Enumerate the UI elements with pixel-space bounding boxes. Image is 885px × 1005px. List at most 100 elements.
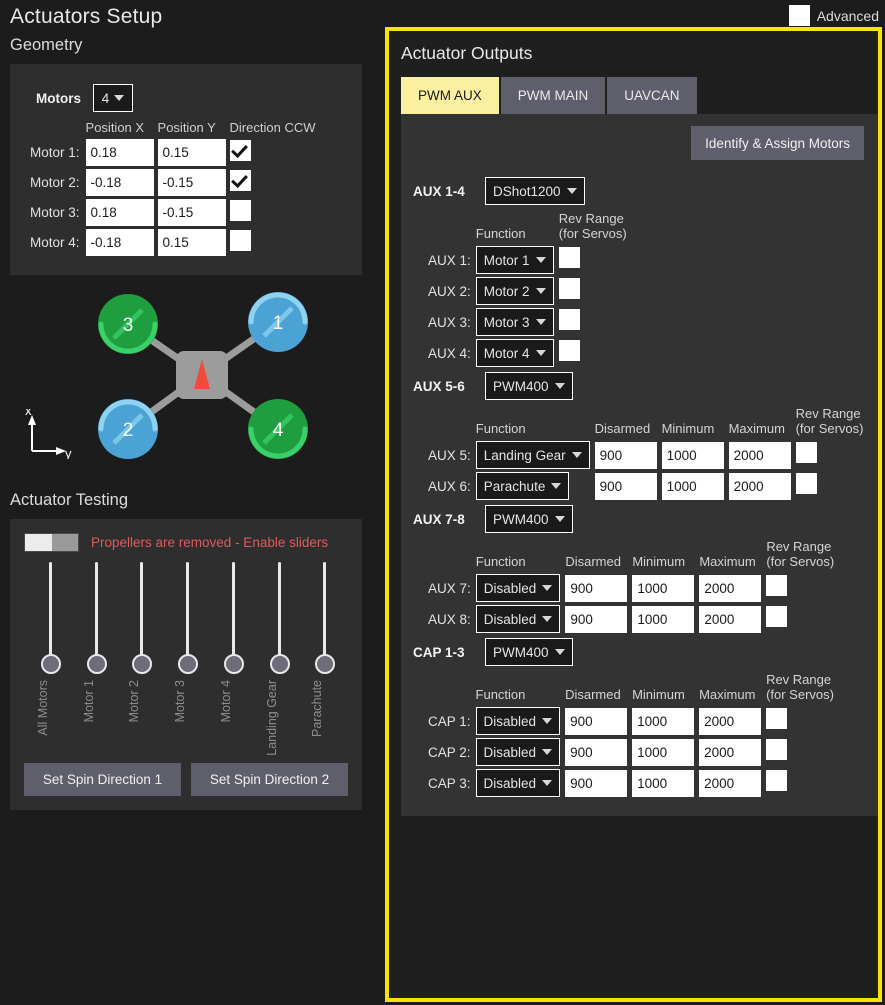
advanced-checkbox[interactable] [789, 5, 810, 26]
rev-range-checkbox[interactable] [796, 442, 817, 463]
disarmed-input[interactable] [565, 739, 627, 766]
rev-range-checkbox[interactable] [766, 770, 787, 791]
maximum-input[interactable] [699, 708, 761, 735]
protocol-dropdown[interactable]: PWM400 [485, 372, 573, 400]
motor-pos-x-input[interactable] [86, 169, 154, 196]
slider-motor-1[interactable]: Motor 1 [74, 562, 120, 757]
slider-track[interactable] [323, 562, 326, 662]
function-dropdown[interactable]: Disabled [476, 707, 561, 735]
identify-assign-motors-button[interactable]: Identify & Assign Motors [691, 126, 864, 160]
slider-handle[interactable] [270, 654, 290, 674]
slider-handle[interactable] [315, 654, 335, 674]
minimum-input[interactable] [632, 606, 694, 633]
rev-range-checkbox[interactable] [559, 247, 580, 268]
motor-ccw-checkbox[interactable] [230, 170, 251, 191]
group-header: AUX 5-6PWM400 [413, 372, 878, 400]
slider-track[interactable] [140, 562, 143, 662]
motor-ccw-checkbox[interactable] [230, 140, 251, 161]
function-dropdown[interactable]: Motor 1 [476, 246, 554, 274]
slider-motor-3[interactable]: Motor 3 [165, 562, 211, 757]
minimum-input[interactable] [662, 442, 724, 469]
slider-handle[interactable] [178, 654, 198, 674]
rev-range-checkbox[interactable] [559, 340, 580, 361]
group-label: AUX 7-8 [413, 512, 475, 527]
table-row: AUX 7:Disabled [428, 574, 834, 602]
protocol-dropdown[interactable]: PWM400 [485, 638, 573, 666]
slider-motor-2[interactable]: Motor 2 [119, 562, 165, 757]
slider-handle[interactable] [132, 654, 152, 674]
maximum-input[interactable] [729, 473, 791, 500]
maximum-input[interactable] [699, 770, 761, 797]
disarmed-input[interactable] [595, 473, 657, 500]
rev-range-checkbox[interactable] [766, 606, 787, 627]
motors-count-dropdown[interactable]: 4 [93, 84, 133, 112]
function-dropdown[interactable]: Motor 2 [476, 277, 554, 305]
maximum-input[interactable] [699, 739, 761, 766]
set-spin-direction-2-button[interactable]: Set Spin Direction 2 [191, 763, 348, 796]
minimum-input[interactable] [632, 575, 694, 602]
minimum-input[interactable] [662, 473, 724, 500]
col-rev-range: Rev Range(for Servos) [766, 673, 834, 704]
slider-track[interactable] [278, 562, 281, 662]
minimum-input[interactable] [632, 708, 694, 735]
slider-track[interactable] [49, 562, 52, 662]
function-dropdown[interactable]: Motor 4 [476, 339, 554, 367]
set-spin-direction-1-button[interactable]: Set Spin Direction 1 [24, 763, 181, 796]
tab-pwm-aux[interactable]: PWM AUX [401, 77, 499, 114]
slider-parachute[interactable]: Parachute [302, 562, 348, 757]
motor-pos-y-input[interactable] [158, 229, 226, 256]
motor-pos-y-input[interactable] [158, 169, 226, 196]
slider-handle[interactable] [41, 654, 61, 674]
disarmed-input[interactable] [565, 575, 627, 602]
rev-range-checkbox[interactable] [766, 739, 787, 760]
table-row: AUX 2:Motor 2 [428, 277, 627, 305]
slider-all-motors[interactable]: All Motors [28, 562, 74, 757]
function-dropdown[interactable]: Disabled [476, 769, 561, 797]
chevron-down-icon [536, 257, 546, 263]
advanced-toggle[interactable]: Advanced [789, 5, 879, 26]
motor-pos-x-input[interactable] [86, 139, 154, 166]
slider-label: All Motors [36, 680, 50, 736]
tab-pwm-main[interactable]: PWM MAIN [501, 77, 606, 114]
function-dropdown[interactable]: Disabled [476, 738, 561, 766]
rev-range-checkbox[interactable] [766, 575, 787, 596]
maximum-input[interactable] [729, 442, 791, 469]
chevron-down-icon [555, 516, 565, 522]
maximum-input[interactable] [699, 575, 761, 602]
function-dropdown[interactable]: Parachute [476, 472, 570, 500]
disarmed-input[interactable] [565, 606, 627, 633]
function-dropdown[interactable]: Landing Gear [476, 441, 590, 469]
disarmed-input[interactable] [565, 770, 627, 797]
rev-range-checkbox[interactable] [796, 473, 817, 494]
function-dropdown[interactable]: Disabled [476, 574, 561, 602]
minimum-input[interactable] [632, 770, 694, 797]
slider-landing-gear[interactable]: Landing Gear [257, 562, 303, 757]
disarmed-input[interactable] [565, 708, 627, 735]
slider-motor-4[interactable]: Motor 4 [211, 562, 257, 757]
enable-sliders-toggle[interactable] [24, 533, 79, 552]
function-dropdown[interactable]: Disabled [476, 605, 561, 633]
motor-ccw-checkbox[interactable] [230, 200, 251, 221]
motor-pos-y-input[interactable] [158, 139, 226, 166]
rev-range-checkbox[interactable] [559, 278, 580, 299]
rev-range-checkbox[interactable] [766, 708, 787, 729]
table-row: CAP 1:Disabled [428, 707, 834, 735]
tab-uavcan[interactable]: UAVCAN [607, 77, 696, 114]
disarmed-input[interactable] [595, 442, 657, 469]
slider-track[interactable] [186, 562, 189, 662]
slider-handle[interactable] [87, 654, 107, 674]
protocol-dropdown[interactable]: DShot1200 [485, 177, 585, 205]
rev-range-checkbox[interactable] [559, 309, 580, 330]
maximum-input[interactable] [699, 606, 761, 633]
slider-track[interactable] [232, 562, 235, 662]
motor-ccw-checkbox[interactable] [230, 230, 251, 251]
motor-pos-x-input[interactable] [86, 229, 154, 256]
function-dropdown[interactable]: Motor 3 [476, 308, 554, 336]
motor-pos-y-input[interactable] [158, 199, 226, 226]
slider-handle[interactable] [224, 654, 244, 674]
motor-pos-x-input[interactable] [86, 199, 154, 226]
actuator-sliders: All Motors Motor 1Motor 2Motor 3Motor 4La… [28, 562, 348, 757]
minimum-input[interactable] [632, 739, 694, 766]
protocol-dropdown[interactable]: PWM400 [485, 505, 573, 533]
slider-track[interactable] [95, 562, 98, 662]
